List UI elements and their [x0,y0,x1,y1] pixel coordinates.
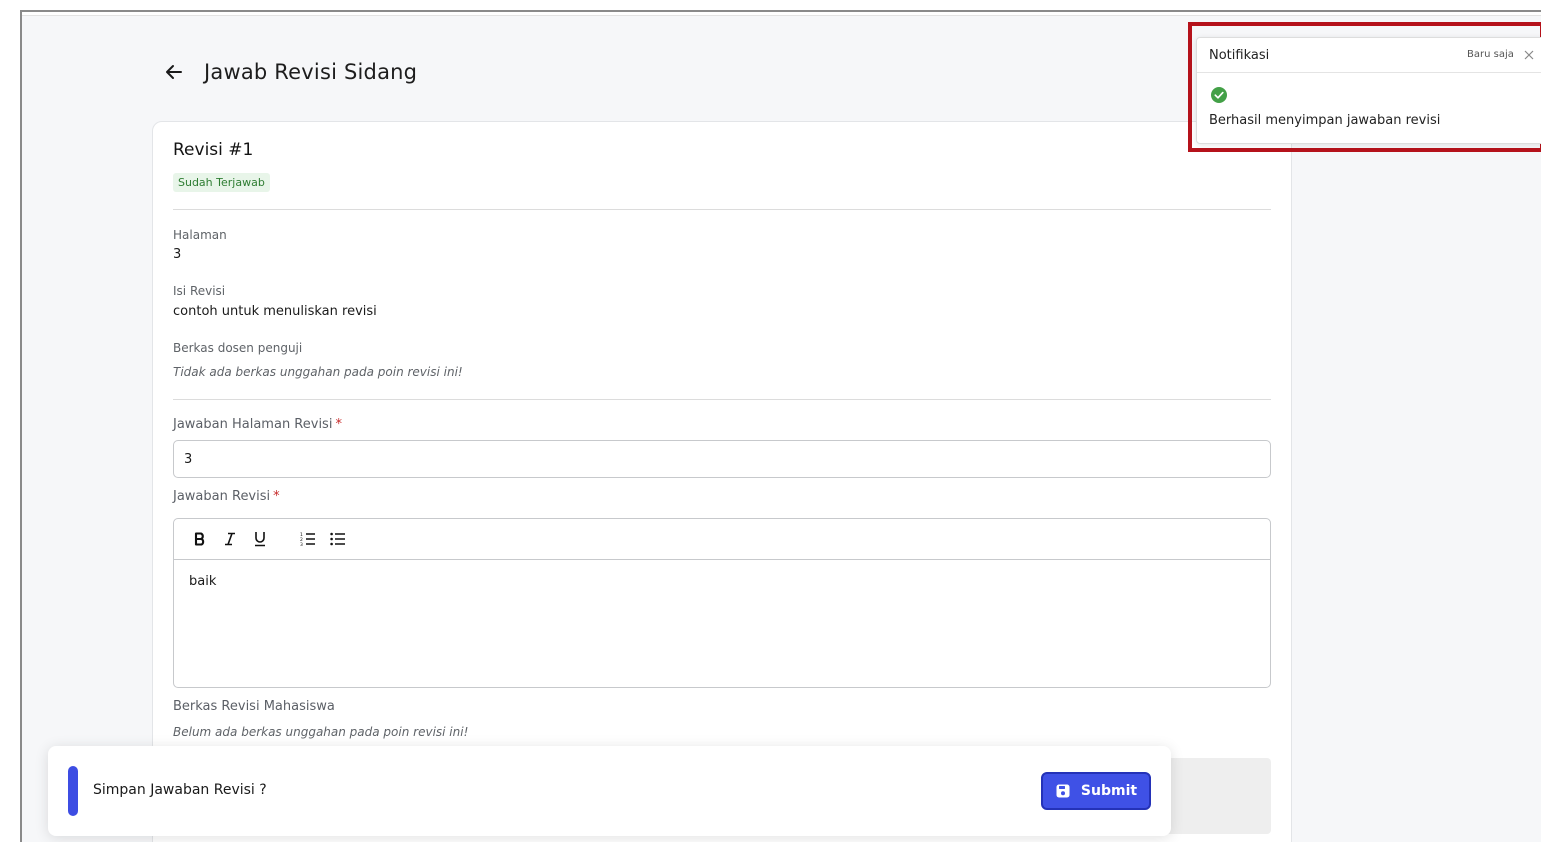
status-badge: Sudah Terjawab [173,173,270,192]
answer-page-input[interactable] [173,440,1271,478]
divider [173,399,1271,400]
required-mark: * [335,417,342,432]
bullet-list-button[interactable] [326,527,350,551]
notification-message: Berhasil menyimpan jawaban revisi [1209,113,1441,128]
notification-header: Notifikasi Baru saja [1197,38,1541,73]
submit-button[interactable]: Submit [1041,772,1151,810]
examiner-files-label: Berkas dosen penguji [173,341,303,355]
top-edge [22,12,1541,16]
page-title: Jawab Revisi Sidang [204,60,418,84]
notification-time: Baru saja [1467,49,1514,60]
content-label: Isi Revisi [173,284,226,298]
revision-card: Revisi #1 Sudah Terjawab Halaman 3 Isi R… [152,121,1292,842]
arrow-left-icon [166,65,182,79]
bullet-list-icon [330,532,345,546]
required-mark: * [273,489,280,504]
save-prompt: Simpan Jawaban Revisi ? [93,782,267,798]
close-icon [1524,50,1534,60]
svg-text:3: 3 [300,542,303,546]
italic-icon [225,532,235,546]
notification-toast: Notifikasi Baru saja Berhasil menyimpan … [1196,37,1541,144]
answer-editor: 123 baik [173,518,1271,688]
save-confirm-bar: Simpan Jawaban Revisi ? Submit [48,746,1171,836]
bar-accent [68,766,78,816]
revision-title: Revisi #1 [173,140,254,160]
editor-content[interactable]: baik [174,560,1270,603]
student-files-label: Berkas Revisi Mahasiswa [173,699,335,714]
answer-label: Jawaban Revisi * [173,489,280,504]
ordered-list-button[interactable]: 123 [296,527,320,551]
bold-icon [194,532,205,546]
ordered-list-icon: 123 [300,532,315,546]
answer-page-label-text: Jawaban Halaman Revisi [173,417,333,432]
notification-title: Notifikasi [1209,47,1270,63]
notification-close-button[interactable] [1523,47,1535,63]
examiner-files-note: Tidak ada berkas unggahan pada poin revi… [173,365,463,379]
page-header: Jawab Revisi Sidang [162,60,417,84]
answer-label-text: Jawaban Revisi [173,489,271,504]
editor-toolbar: 123 [174,519,1270,560]
divider [173,209,1271,210]
content-value: contoh untuk menuliskan revisi [173,304,377,319]
student-files-note: Belum ada berkas unggahan pada poin revi… [173,725,469,739]
answer-page-label: Jawaban Halaman Revisi * [173,417,342,432]
submit-label: Submit [1080,783,1138,799]
back-button[interactable] [162,60,186,84]
page-value: 3 [173,247,182,262]
save-icon [1056,784,1070,798]
italic-button[interactable] [218,527,242,551]
success-check-icon [1211,87,1227,103]
page-label: Halaman [173,228,227,242]
bold-button[interactable] [188,527,212,551]
underline-icon [255,532,265,547]
underline-button[interactable] [248,527,272,551]
